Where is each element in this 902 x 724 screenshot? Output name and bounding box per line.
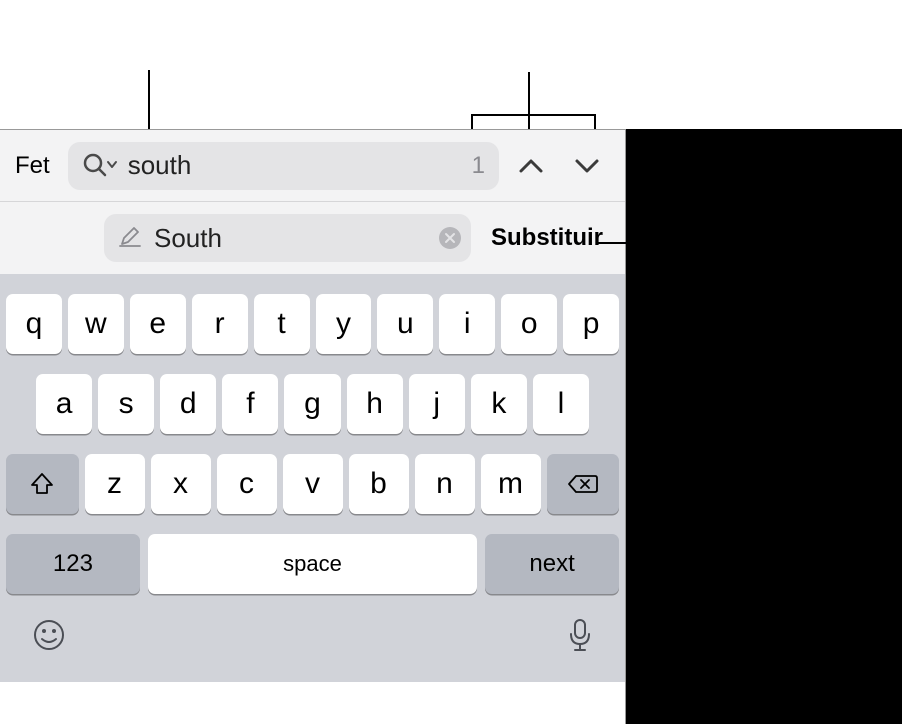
- replace-input-value[interactable]: South: [154, 223, 427, 254]
- key-l[interactable]: l: [533, 374, 589, 434]
- key-k[interactable]: k: [471, 374, 527, 434]
- key-z[interactable]: z: [85, 454, 145, 514]
- search-match-count: 1: [472, 152, 485, 180]
- key-w[interactable]: w: [68, 294, 124, 354]
- key-o[interactable]: o: [501, 294, 557, 354]
- key-y[interactable]: y: [316, 294, 372, 354]
- search-input-value[interactable]: south: [128, 150, 462, 181]
- key-numbers[interactable]: 123: [6, 534, 140, 594]
- key-u[interactable]: u: [377, 294, 433, 354]
- keyboard: q w e r t y u i o p a s d f g h j k l z: [0, 274, 625, 682]
- replace-field[interactable]: South: [104, 214, 471, 262]
- key-backspace[interactable]: [547, 454, 620, 514]
- key-a[interactable]: a: [36, 374, 92, 434]
- key-t[interactable]: t: [254, 294, 310, 354]
- key-space[interactable]: space: [148, 534, 477, 594]
- key-r[interactable]: r: [192, 294, 248, 354]
- replace-toolbar: South Substituir: [0, 202, 625, 274]
- next-match-button[interactable]: [573, 156, 601, 176]
- key-s[interactable]: s: [98, 374, 154, 434]
- key-m[interactable]: m: [481, 454, 541, 514]
- key-j[interactable]: j: [409, 374, 465, 434]
- replace-button[interactable]: Substituir: [483, 224, 615, 252]
- key-e[interactable]: e: [130, 294, 186, 354]
- key-h[interactable]: h: [347, 374, 403, 434]
- key-d[interactable]: d: [160, 374, 216, 434]
- key-p[interactable]: p: [563, 294, 619, 354]
- done-button[interactable]: Fet: [10, 152, 60, 180]
- key-n[interactable]: n: [415, 454, 475, 514]
- search-options-icon[interactable]: [82, 152, 118, 180]
- key-b[interactable]: b: [349, 454, 409, 514]
- emoji-icon[interactable]: [32, 618, 66, 654]
- key-q[interactable]: q: [6, 294, 62, 354]
- key-f[interactable]: f: [222, 374, 278, 434]
- key-c[interactable]: c: [217, 454, 277, 514]
- key-v[interactable]: v: [283, 454, 343, 514]
- search-field[interactable]: south 1: [68, 142, 499, 190]
- search-toolbar: Fet south 1: [0, 130, 625, 202]
- key-i[interactable]: i: [439, 294, 495, 354]
- clear-icon[interactable]: [439, 227, 461, 249]
- key-g[interactable]: g: [284, 374, 340, 434]
- previous-match-button[interactable]: [517, 156, 545, 176]
- key-x[interactable]: x: [151, 454, 211, 514]
- pencil-icon: [118, 224, 142, 253]
- mic-icon[interactable]: [567, 618, 593, 654]
- key-next[interactable]: next: [485, 534, 619, 594]
- key-shift[interactable]: [6, 454, 79, 514]
